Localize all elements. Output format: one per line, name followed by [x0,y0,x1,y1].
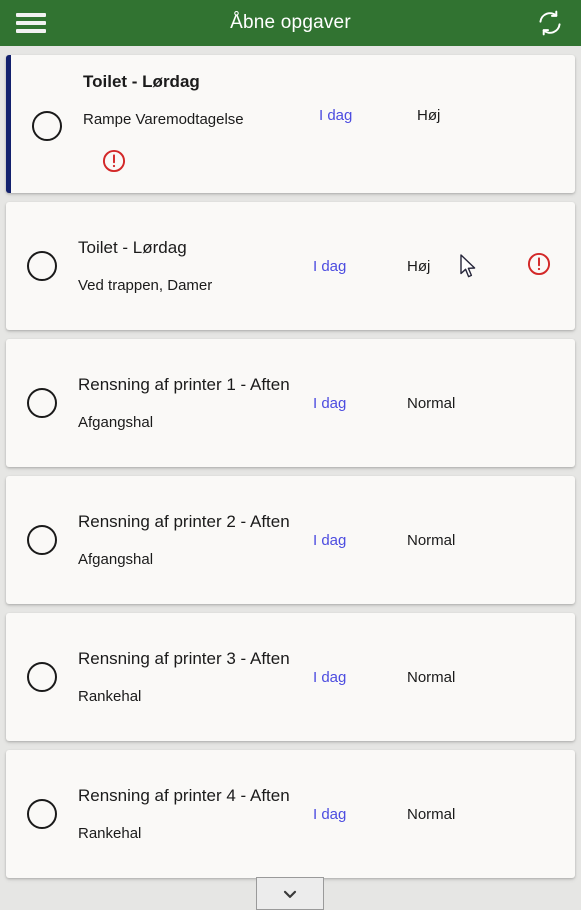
task-title: Toilet - Lørdag [78,237,187,257]
task-alert-cell [517,251,561,282]
task-location: Afgangshal [78,413,154,431]
task-meta: I dag Normal [313,669,561,686]
task-card[interactable]: Toilet - Lørdag Ved trappen, Damer I dag Hø… [6,202,575,330]
task-checkbox[interactable] [27,251,57,281]
task-checkbox[interactable] [27,525,57,555]
task-title: Rensning af printer 2 - Aften [78,511,290,531]
task-meta: I dag Normal [313,532,561,549]
task-priority: Høj [417,107,441,124]
task-title: Rensning af printer 3 - Aften [78,648,290,668]
hamburger-bar [16,29,46,33]
task-meta: I dag Høj [319,107,561,124]
task-title: Toilet - Lørdag [83,72,200,91]
task-list[interactable]: Toilet - Lørdag Rampe Varemodtagelse I dag… [0,46,581,910]
alert-icon[interactable] [101,148,127,179]
task-priority: Normal [407,668,456,686]
scroll-down-button[interactable] [256,877,324,910]
page-title: Åbne opgaver [230,12,351,33]
task-location: Afgangshal [78,550,154,568]
task-meta: I dag Normal [313,806,561,823]
task-location: Rankehal [78,824,142,842]
task-due-date[interactable]: I dag [313,258,407,275]
task-priority: Normal [407,805,456,823]
refresh-sync-icon[interactable] [533,6,567,40]
task-checkbox-cell [6,251,78,281]
task-due-date[interactable]: I dag [313,669,407,686]
task-checkbox-cell [6,525,78,555]
task-due-date[interactable]: I dag [313,395,407,412]
task-checkbox-cell [6,662,78,692]
task-checkbox-cell [11,111,83,141]
task-meta: I dag Normal [313,395,561,412]
refresh-glyph [539,10,561,36]
task-text-block: Toilet - Lørdag Ved trappen, Damer [78,237,313,295]
task-location: Ved trappen, Damer [78,276,213,294]
task-text-block: Rensning af printer 2 - Aften Afgangshal [78,511,313,569]
task-meta: I dag Høj [313,251,561,282]
task-card[interactable]: Rensning af printer 1 - Aften Afgangshal I… [6,339,575,467]
hamburger-bar [16,13,46,17]
task-text-block: Rensning af printer 4 - Aften Rankehal [78,785,313,843]
task-checkbox[interactable] [32,111,62,141]
task-title: Rensning af printer 4 - Aften [78,785,290,805]
chevron-down-icon [283,890,297,898]
hamburger-bar [16,21,46,25]
task-location: Rankehal [78,687,142,705]
task-checkbox[interactable] [27,388,57,418]
task-due-date[interactable]: I dag [313,806,407,823]
task-text-block: Rensning af printer 3 - Aften Rankehal [78,648,313,706]
task-text-block: Rensning af printer 1 - Aften Afgangshal [78,374,313,432]
task-card[interactable]: Rensning af printer 4 - Aften Rankehal I d… [6,750,575,878]
task-checkbox[interactable] [27,799,57,829]
task-checkbox[interactable] [27,662,57,692]
task-card[interactable]: Toilet - Lørdag Rampe Varemodtagelse I dag… [6,55,575,193]
task-checkbox-cell [6,388,78,418]
task-checkbox-cell [6,799,78,829]
task-due-date[interactable]: I dag [319,107,417,124]
app-header: Åbne opgaver [0,0,581,46]
alert-icon[interactable] [526,251,552,282]
task-priority: Normal [407,394,456,412]
task-title: Rensning af printer 1 - Aften [78,374,290,394]
task-priority: Høj [407,257,431,275]
task-card[interactable]: Rensning af printer 3 - Aften Rankehal I d… [6,613,575,741]
task-priority: Normal [407,531,456,549]
task-location: Rampe Varemodtagelse [83,110,244,128]
hamburger-menu-icon[interactable] [14,8,48,38]
task-card[interactable]: Rensning af printer 2 - Aften Afgangshal I… [6,476,575,604]
alert-glyph [102,149,126,173]
task-text-block: Toilet - Lørdag Rampe Varemodtagelse [83,71,319,129]
task-due-date[interactable]: I dag [313,532,407,549]
alert-glyph [527,252,551,275]
